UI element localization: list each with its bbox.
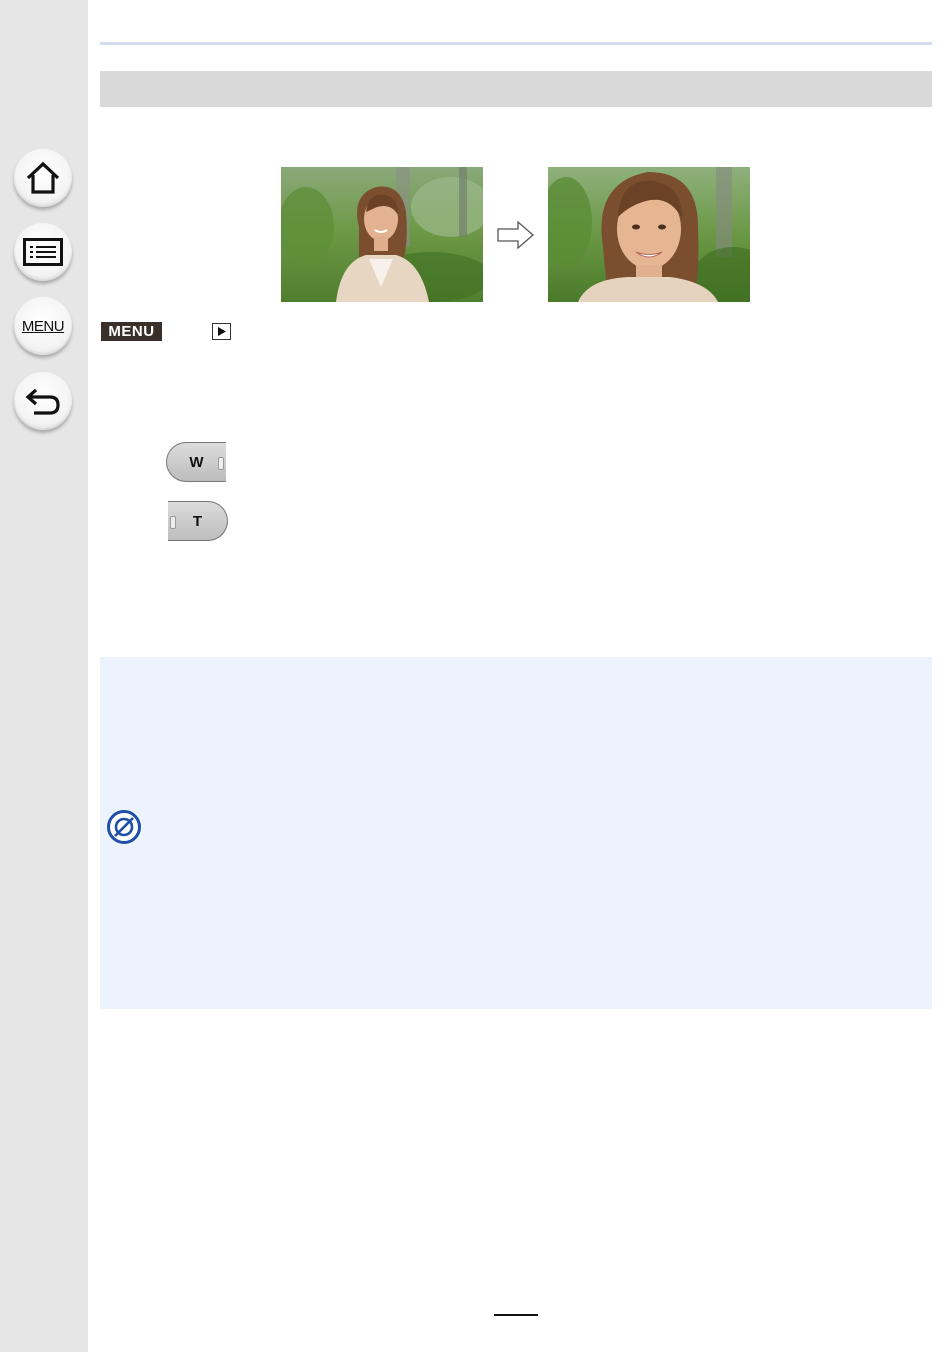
zoom-lever-wide-label: W (189, 453, 204, 471)
menu-button-label: MENU (21, 317, 65, 335)
lever-nub (170, 516, 176, 529)
not-available-icon (107, 810, 141, 849)
zoom-lever-tele-label: T (192, 512, 203, 530)
section-title-bar (100, 71, 932, 107)
page-number-rule (494, 1314, 538, 1316)
playback-icon (212, 323, 231, 340)
sidebar: MENU (0, 0, 88, 1352)
return-icon (25, 388, 60, 415)
example-photo-before (281, 167, 483, 302)
home-button[interactable] (14, 149, 72, 207)
lever-nub (218, 457, 224, 470)
menu-badge: MENU (101, 322, 162, 341)
back-button[interactable] (14, 372, 72, 430)
header-rule (100, 42, 932, 45)
contents-button[interactable] (14, 223, 72, 281)
menu-button[interactable]: MENU (14, 297, 72, 355)
notes-box (100, 657, 932, 1009)
list-icon (23, 238, 63, 266)
zoom-lever-wide-icon: W (166, 442, 226, 482)
home-icon (26, 161, 60, 194)
zoom-lever-tele-icon: T (168, 501, 228, 541)
example-photo-after (548, 167, 750, 302)
arrow-icon (497, 220, 535, 255)
